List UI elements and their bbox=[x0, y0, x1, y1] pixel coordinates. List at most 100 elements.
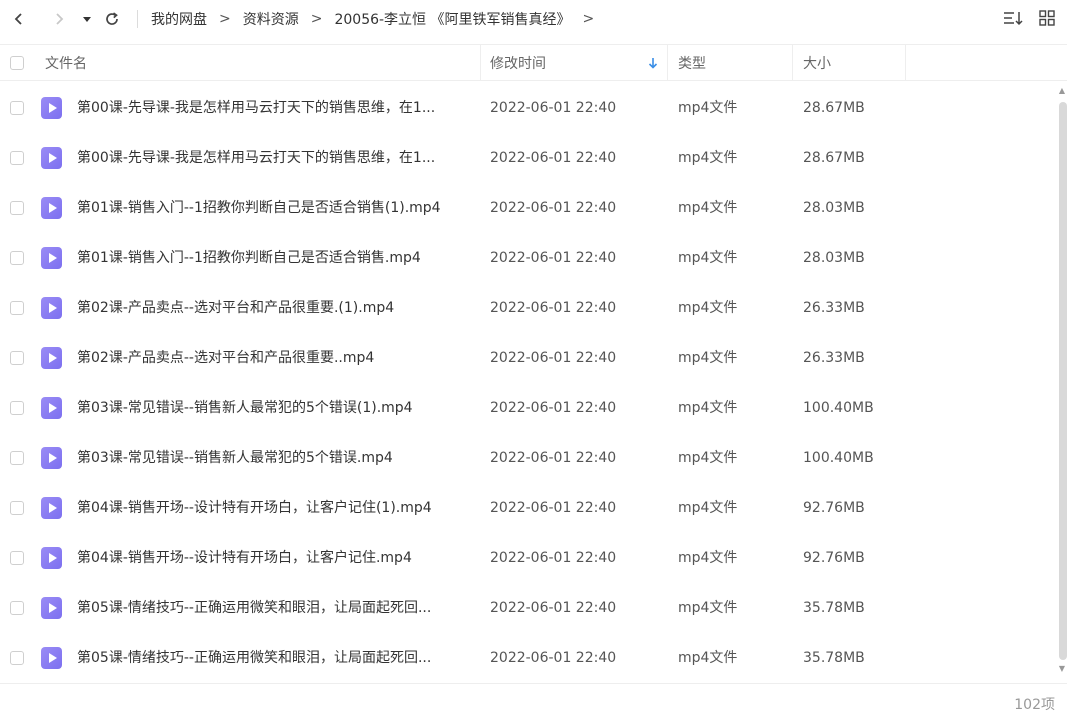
table-row[interactable]: 第03课-常见错误--销售新人最常犯的5个错误(1).mp4 2022-06-0… bbox=[0, 383, 1056, 433]
file-mtime: 2022-06-01 22:40 bbox=[490, 150, 617, 166]
table-row[interactable]: 第00课-先导课-我是怎样用马云打天下的销售思维，在1... 2022-06-0… bbox=[0, 83, 1056, 133]
breadcrumb-more-button[interactable]: > bbox=[583, 11, 595, 27]
video-file-icon bbox=[41, 397, 62, 419]
breadcrumb-item[interactable]: 资料资源 bbox=[243, 9, 299, 29]
scrollbar-thumb[interactable] bbox=[1059, 102, 1067, 660]
video-file-icon bbox=[41, 197, 62, 219]
refresh-button[interactable] bbox=[99, 6, 125, 32]
video-file-icon bbox=[41, 97, 62, 119]
table-row[interactable]: 第05课-情绪技巧--正确运用微笑和眼泪，让局面起死回... 2022-06-0… bbox=[0, 633, 1056, 683]
column-divider[interactable] bbox=[905, 45, 906, 80]
file-name[interactable]: 第04课-销售开场--设计特有开场白，让客户记住(1).mp4 bbox=[77, 483, 465, 533]
row-checkbox[interactable] bbox=[10, 551, 24, 565]
breadcrumb: 我的网盘 > 资料资源 > 20056-李立恒 《阿里铁军销售真经》 > bbox=[151, 0, 606, 38]
row-checkbox[interactable] bbox=[10, 451, 24, 465]
back-button[interactable] bbox=[6, 6, 32, 32]
file-size: 92.76MB bbox=[803, 550, 865, 566]
file-name[interactable]: 第00课-先导课-我是怎样用马云打天下的销售思维，在1... bbox=[77, 133, 465, 183]
file-type: mp4文件 bbox=[678, 300, 738, 316]
file-type: mp4文件 bbox=[678, 450, 738, 466]
column-divider[interactable] bbox=[480, 45, 481, 80]
row-checkbox[interactable] bbox=[10, 651, 24, 665]
file-size: 26.33MB bbox=[803, 350, 865, 366]
caret-down-icon bbox=[83, 17, 91, 22]
row-checkbox[interactable] bbox=[10, 351, 24, 365]
file-mtime: 2022-06-01 22:40 bbox=[490, 600, 617, 616]
file-type: mp4文件 bbox=[678, 150, 738, 166]
history-dropdown-button[interactable] bbox=[74, 6, 100, 32]
video-file-icon bbox=[41, 347, 62, 369]
file-size: 35.78MB bbox=[803, 650, 865, 666]
file-mtime: 2022-06-01 22:40 bbox=[490, 650, 617, 666]
file-size: 26.33MB bbox=[803, 300, 865, 316]
row-checkbox[interactable] bbox=[10, 101, 24, 115]
refresh-icon bbox=[106, 12, 118, 25]
file-list-header: 文件名 修改时间 类型 大小 bbox=[0, 44, 1067, 81]
row-checkbox[interactable] bbox=[10, 501, 24, 515]
video-file-icon bbox=[41, 147, 62, 169]
column-divider[interactable] bbox=[667, 45, 668, 80]
file-mtime: 2022-06-01 22:40 bbox=[490, 300, 617, 316]
column-header-size[interactable]: 大小 bbox=[803, 45, 831, 80]
scroll-down-arrow[interactable]: ▼ bbox=[1057, 664, 1067, 676]
scroll-up-arrow[interactable]: ▲ bbox=[1057, 86, 1067, 98]
file-size: 28.03MB bbox=[803, 250, 865, 266]
table-row[interactable]: 第00课-先导课-我是怎样用马云打天下的销售思维，在1... 2022-06-0… bbox=[0, 133, 1056, 183]
file-mtime: 2022-06-01 22:40 bbox=[490, 250, 617, 266]
file-size: 28.67MB bbox=[803, 150, 865, 166]
forward-button[interactable] bbox=[46, 6, 72, 32]
file-name[interactable]: 第03课-常见错误--销售新人最常犯的5个错误(1).mp4 bbox=[77, 383, 465, 433]
file-name[interactable]: 第02课-产品卖点--选对平台和产品很重要..mp4 bbox=[77, 333, 465, 383]
table-row[interactable]: 第01课-销售入门--1招教你判断自己是否适合销售.mp4 2022-06-01… bbox=[0, 233, 1056, 283]
table-row[interactable]: 第04课-销售开场--设计特有开场白，让客户记住.mp4 2022-06-01 … bbox=[0, 533, 1056, 583]
video-file-icon bbox=[41, 547, 62, 569]
grid-view-icon bbox=[1039, 10, 1055, 26]
column-header-type[interactable]: 类型 bbox=[678, 45, 706, 80]
select-all-checkbox[interactable] bbox=[10, 55, 24, 70]
table-row[interactable]: 第05课-情绪技巧--正确运用微笑和眼泪，让局面起死回... 2022-06-0… bbox=[0, 583, 1056, 633]
file-mtime: 2022-06-01 22:40 bbox=[490, 500, 617, 516]
table-row[interactable]: 第03课-常见错误--销售新人最常犯的5个错误.mp4 2022-06-01 2… bbox=[0, 433, 1056, 483]
row-checkbox[interactable] bbox=[10, 151, 24, 165]
column-header-mtime-label: 修改时间 bbox=[490, 55, 546, 72]
item-count: 102项 bbox=[1014, 697, 1055, 713]
row-checkbox[interactable] bbox=[10, 201, 24, 215]
file-name[interactable]: 第00课-先导课-我是怎样用马云打天下的销售思维，在1... bbox=[77, 83, 465, 133]
file-name[interactable]: 第05课-情绪技巧--正确运用微笑和眼泪，让局面起死回... bbox=[77, 583, 465, 633]
file-name[interactable]: 第03课-常见错误--销售新人最常犯的5个错误.mp4 bbox=[77, 433, 465, 483]
column-divider[interactable] bbox=[792, 45, 793, 80]
file-mtime: 2022-06-01 22:40 bbox=[490, 400, 617, 416]
file-size: 35.78MB bbox=[803, 600, 865, 616]
file-name[interactable]: 第01课-销售入门--1招教你判断自己是否适合销售.mp4 bbox=[77, 233, 465, 283]
video-file-icon bbox=[41, 447, 62, 469]
file-name[interactable]: 第04课-销售开场--设计特有开场白，让客户记住.mp4 bbox=[77, 533, 465, 583]
file-type: mp4文件 bbox=[678, 200, 738, 216]
sort-icon bbox=[1004, 12, 1023, 26]
file-type: mp4文件 bbox=[678, 400, 738, 416]
file-type: mp4文件 bbox=[678, 550, 738, 566]
sort-button[interactable] bbox=[1003, 8, 1023, 28]
file-size: 92.76MB bbox=[803, 500, 865, 516]
grid-view-button[interactable] bbox=[1037, 8, 1057, 28]
table-row[interactable]: 第02课-产品卖点--选对平台和产品很重要..mp4 2022-06-01 22… bbox=[0, 333, 1056, 383]
file-name[interactable]: 第02课-产品卖点--选对平台和产品很重要.(1).mp4 bbox=[77, 283, 465, 333]
breadcrumb-item[interactable]: 20056-李立恒 《阿里铁军销售真经》 bbox=[334, 9, 570, 29]
file-mtime: 2022-06-01 22:40 bbox=[490, 450, 617, 466]
breadcrumb-item[interactable]: 我的网盘 bbox=[151, 9, 207, 29]
file-name[interactable]: 第05课-情绪技巧--正确运用微笑和眼泪，让局面起死回... bbox=[77, 633, 465, 683]
table-row[interactable]: 第01课-销售入门--1招教你判断自己是否适合销售(1).mp4 2022-06… bbox=[0, 183, 1056, 233]
table-row[interactable]: 第02课-产品卖点--选对平台和产品很重要.(1).mp4 2022-06-01… bbox=[0, 283, 1056, 333]
column-header-mtime[interactable]: 修改时间 bbox=[490, 45, 660, 80]
select-all-checkbox-cell[interactable] bbox=[10, 45, 24, 80]
row-checkbox[interactable] bbox=[10, 251, 24, 265]
column-header-name[interactable]: 文件名 bbox=[45, 45, 87, 80]
row-checkbox[interactable] bbox=[10, 601, 24, 615]
footer-divider bbox=[0, 683, 1067, 684]
file-type: mp4文件 bbox=[678, 100, 738, 116]
file-name[interactable]: 第01课-销售入门--1招教你判断自己是否适合销售(1).mp4 bbox=[77, 183, 465, 233]
table-row[interactable]: 第04课-销售开场--设计特有开场白，让客户记住(1).mp4 2022-06-… bbox=[0, 483, 1056, 533]
row-checkbox[interactable] bbox=[10, 301, 24, 315]
sort-desc-arrow-icon bbox=[648, 57, 658, 69]
video-file-icon bbox=[41, 597, 62, 619]
row-checkbox[interactable] bbox=[10, 401, 24, 415]
